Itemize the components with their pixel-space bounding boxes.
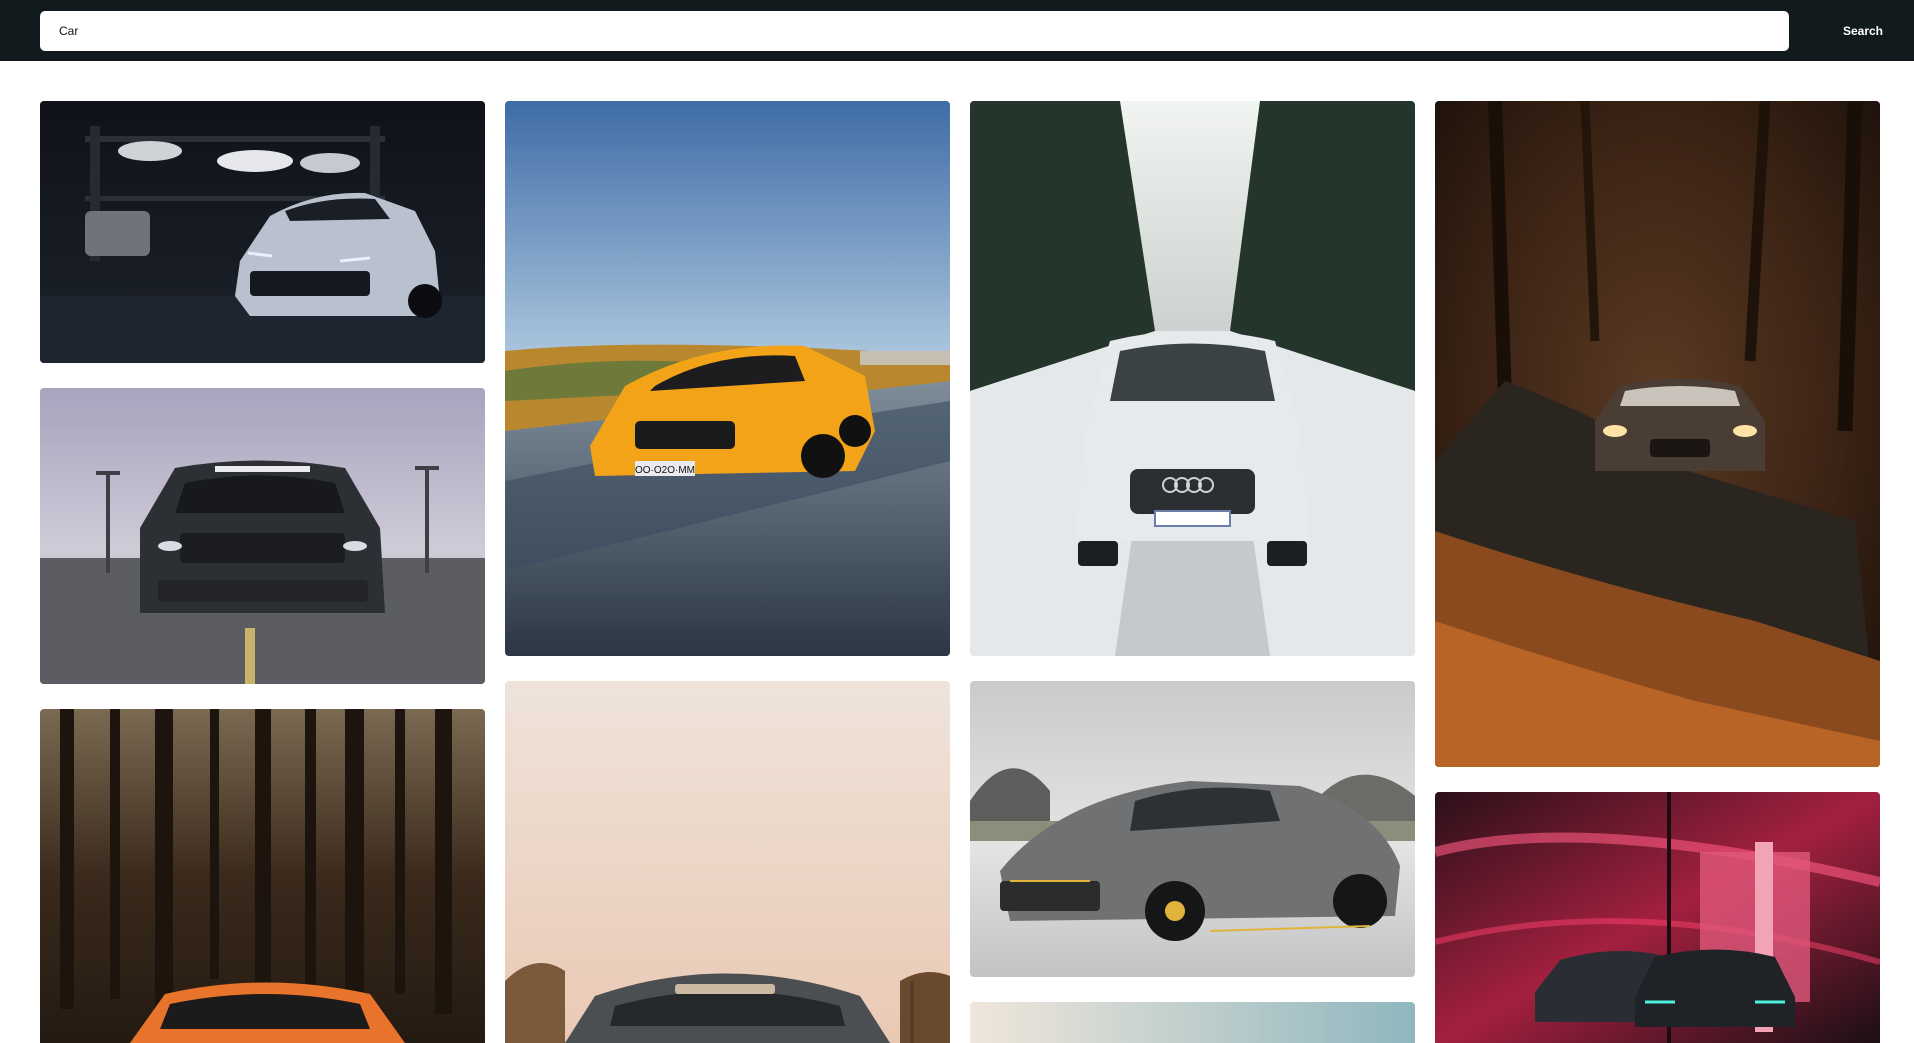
image-result-5[interactable] [505,681,950,1043]
license-plate: OO·O2O·MM [635,465,695,476]
image-result-9[interactable] [1435,101,1880,767]
image-result-8[interactable] [970,1002,1415,1043]
image-result-4[interactable]: OO·O2O·MM [505,101,950,656]
image-result-2[interactable] [40,388,485,684]
image-result-7[interactable] [970,681,1415,977]
image-result-3[interactable] [40,709,485,1043]
image-grid: OO·O2O·MM [0,0,1914,1043]
image-result-1[interactable] [40,101,485,363]
image-result-6[interactable] [970,101,1415,656]
image-result-10[interactable] [1435,792,1880,1043]
